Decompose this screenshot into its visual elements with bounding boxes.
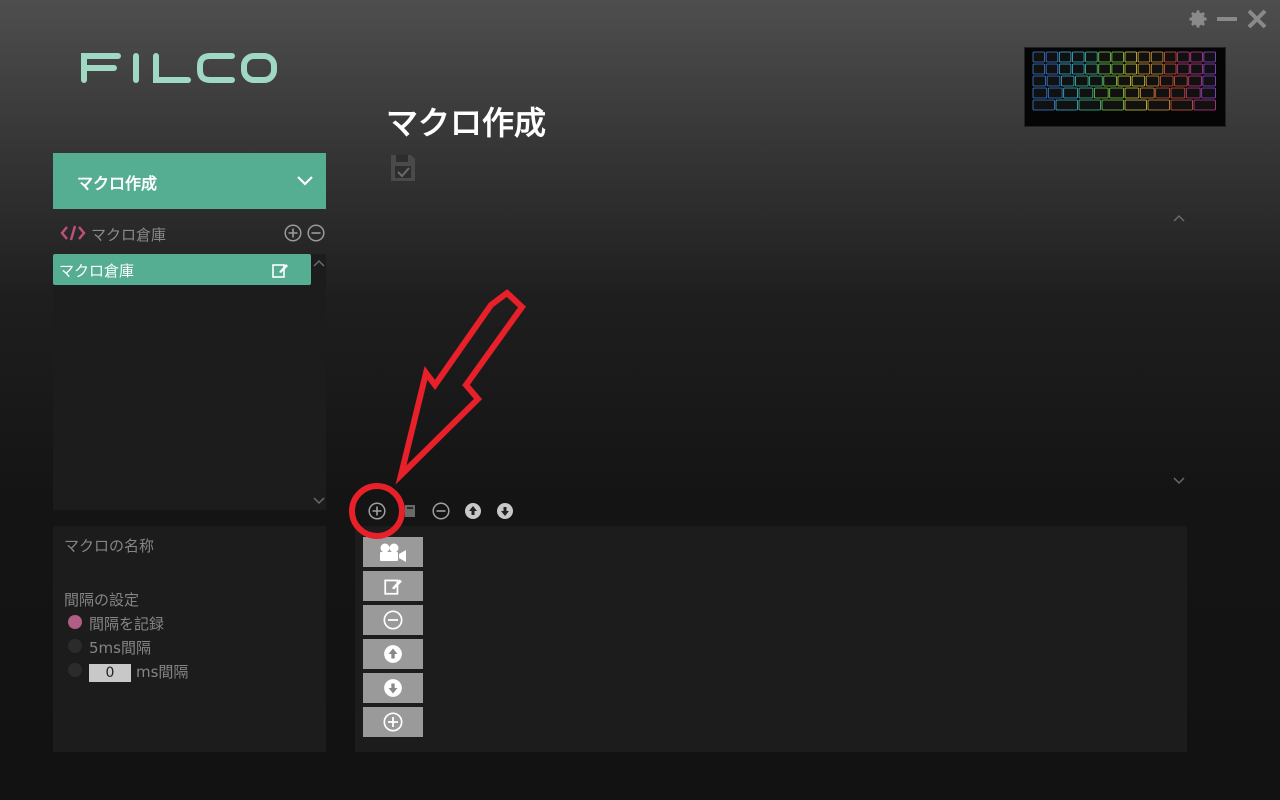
move-up-button[interactable] — [363, 639, 423, 669]
custom-interval-input[interactable] — [89, 664, 131, 682]
code-icon — [60, 224, 86, 242]
keyboard-preview — [1024, 47, 1226, 127]
radio-record-interval[interactable] — [68, 615, 82, 629]
scroll-up-icon[interactable] — [1172, 213, 1186, 223]
record-button[interactable] — [363, 537, 423, 567]
plus-circle-icon[interactable] — [368, 502, 386, 520]
scroll-down-icon[interactable] — [1172, 476, 1186, 486]
macro-warehouse-header: マクロ倉庫 — [60, 222, 330, 246]
minimize-icon[interactable] — [1216, 8, 1238, 30]
record-camera-icon — [380, 543, 406, 562]
remove-macro-icon[interactable] — [307, 224, 325, 242]
minus-circle-icon — [383, 610, 403, 630]
plus-circle-icon — [383, 712, 403, 732]
edit-action-button[interactable] — [363, 571, 423, 601]
macro-name-label: マクロの名称 — [64, 537, 155, 555]
arrow-up-circle-icon[interactable] — [464, 502, 482, 520]
add-macro-icon[interactable] — [284, 224, 302, 242]
arrow-down-circle-icon — [384, 679, 402, 697]
save-icon[interactable] — [389, 153, 417, 183]
interval-settings-label: 間隔の設定 — [64, 591, 140, 609]
delete-action-button[interactable] — [363, 605, 423, 635]
radio-record-interval-label: 間隔を記録 — [89, 615, 165, 633]
copy-icon[interactable] — [401, 502, 419, 520]
edit-icon — [384, 579, 402, 595]
macro-action-panel — [355, 526, 1187, 752]
macro-settings-panel: マクロの名称 間隔の設定 間隔を記録 5ms間隔 ms間隔 — [53, 526, 326, 752]
mode-dropdown-label: マクロ作成 — [77, 174, 158, 193]
edit-icon[interactable] — [271, 261, 289, 279]
mode-dropdown[interactable]: マクロ作成 — [53, 153, 326, 209]
insert-action-button[interactable] — [363, 707, 423, 737]
macro-item-label: マクロ倉庫 — [59, 262, 135, 280]
chevron-down-icon — [296, 172, 314, 190]
arrow-up-circle-icon — [384, 645, 402, 663]
list-item[interactable]: マクロ倉庫 — [53, 254, 311, 285]
radio-custom-interval[interactable] — [68, 663, 82, 677]
scroll-up-icon[interactable] — [312, 258, 326, 268]
custom-interval-label: ms間隔 — [136, 663, 189, 681]
macro-warehouse-label: マクロ倉庫 — [91, 226, 167, 244]
scroll-down-icon[interactable] — [312, 496, 326, 506]
arrow-down-circle-icon[interactable] — [496, 502, 514, 520]
minus-circle-icon[interactable] — [432, 502, 450, 520]
macro-list[interactable]: マクロ倉庫 — [53, 254, 326, 510]
move-down-button[interactable] — [363, 673, 423, 703]
radio-5ms-interval-label: 5ms間隔 — [89, 639, 151, 657]
filco-logo — [76, 50, 280, 84]
gear-icon[interactable] — [1187, 8, 1209, 30]
radio-5ms-interval[interactable] — [68, 639, 82, 653]
close-icon[interactable] — [1246, 8, 1268, 30]
page-title: マクロ作成 — [386, 104, 547, 142]
